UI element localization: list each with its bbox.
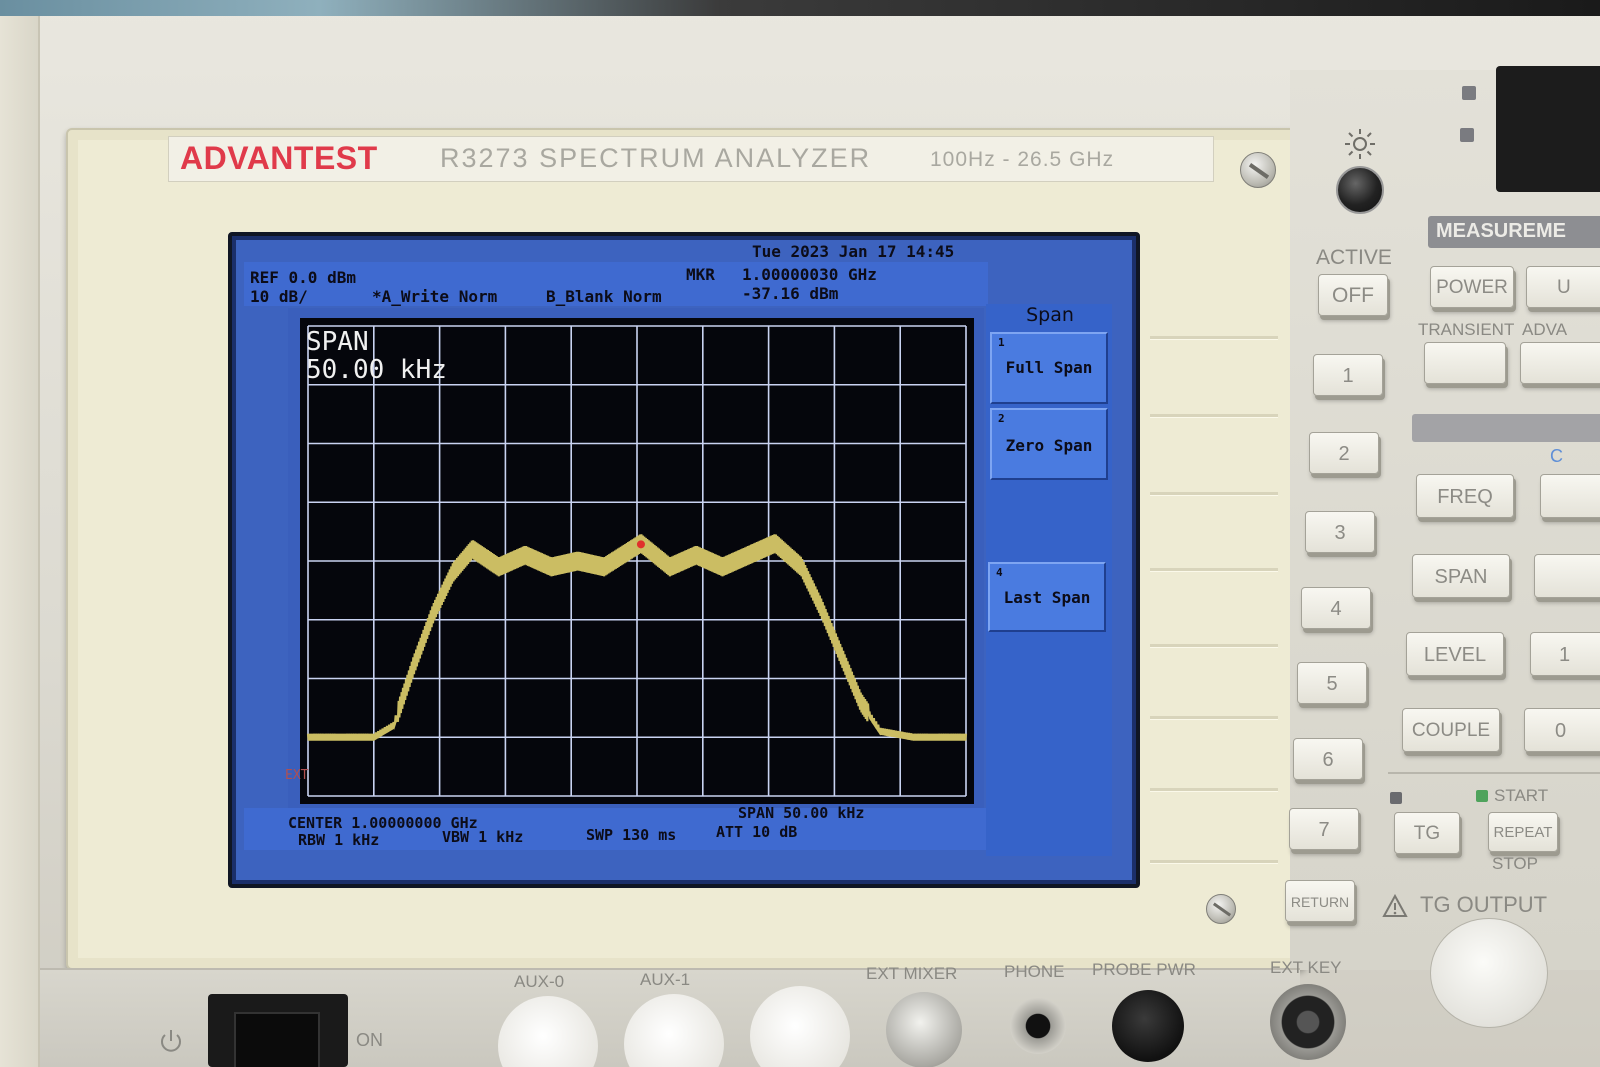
softkey-button-1[interactable]: 1 bbox=[1313, 354, 1383, 396]
softkey-button-3[interactable]: 3 bbox=[1305, 511, 1375, 553]
chassis-left-rim bbox=[0, 16, 40, 1067]
right-key-4[interactable]: 0 bbox=[1524, 708, 1600, 752]
tg-output-label: TG OUTPUT bbox=[1420, 892, 1548, 917]
ext-mixer-label: EXT MIXER bbox=[866, 964, 958, 983]
power-icon bbox=[161, 1030, 181, 1052]
start-label: START bbox=[1494, 786, 1549, 805]
power-button[interactable]: POWER bbox=[1430, 266, 1514, 308]
couple-button[interactable]: COUPLE bbox=[1402, 708, 1500, 752]
softkey-number: 2 bbox=[998, 412, 1005, 425]
ext-key-label: EXT KEY bbox=[1270, 958, 1342, 977]
spectrum-plot bbox=[300, 318, 974, 804]
start-indicator bbox=[1476, 790, 1488, 802]
right-key-2[interactable] bbox=[1534, 554, 1600, 598]
transient-label: TRANSIENT bbox=[1418, 320, 1515, 339]
softkey-button-7[interactable]: 7 bbox=[1289, 808, 1359, 850]
ext-key-connector[interactable] bbox=[1270, 984, 1346, 1060]
drive-slot bbox=[1496, 66, 1600, 192]
stop-label: STOP bbox=[1492, 854, 1538, 873]
transient-button[interactable] bbox=[1424, 342, 1506, 384]
rbw-value: RBW 1 kHz bbox=[298, 831, 380, 849]
warning-icon bbox=[1382, 894, 1408, 917]
softkey-button-5[interactable]: 5 bbox=[1297, 662, 1367, 704]
active-label: ACTIVE bbox=[1316, 246, 1392, 269]
phone-jack[interactable] bbox=[1010, 998, 1066, 1054]
indicator-square bbox=[1462, 86, 1476, 100]
probe-power-connector[interactable] bbox=[1112, 990, 1184, 1062]
trace-a-mode: *A_Write Norm bbox=[372, 287, 498, 306]
power-switch[interactable] bbox=[208, 994, 348, 1067]
vbw-value: VBW 1 kHz bbox=[442, 828, 524, 846]
bezel-rib bbox=[1150, 336, 1278, 340]
ext-mixer-connector[interactable] bbox=[886, 992, 962, 1067]
brand-logo: ADVANTEST bbox=[180, 140, 378, 176]
aux1-label: AUX-1 bbox=[640, 970, 691, 989]
freq-button[interactable]: FREQ bbox=[1416, 474, 1514, 518]
level-button[interactable]: LEVEL bbox=[1406, 632, 1504, 676]
trace-b-mode: B_Blank Norm bbox=[546, 287, 662, 306]
return-button[interactable]: RETURN bbox=[1285, 880, 1355, 922]
ext-indicator: EXT bbox=[285, 768, 309, 783]
ref-level: REF 0.0 dBm bbox=[250, 268, 356, 287]
softkey-button-4[interactable]: 4 bbox=[1301, 587, 1371, 629]
right-key-3[interactable]: 1 bbox=[1530, 632, 1600, 676]
span-button[interactable]: SPAN bbox=[1412, 554, 1510, 598]
span-annotation-line2: 50.00 kHz bbox=[306, 355, 447, 385]
bezel-screw-icon bbox=[1206, 894, 1236, 924]
brightness-icon bbox=[1345, 129, 1375, 159]
aux0-label: AUX-0 bbox=[514, 972, 565, 991]
marker-level: -37.16 dBm bbox=[742, 284, 839, 303]
panel-divider bbox=[1388, 772, 1600, 774]
bezel-rib bbox=[1150, 644, 1278, 648]
marker-point bbox=[636, 540, 645, 549]
bezel-rib bbox=[1150, 568, 1278, 572]
advanced-button[interactable] bbox=[1520, 342, 1600, 384]
attenuation: ATT 10 dB bbox=[716, 823, 798, 841]
sweep-time: SWP 130 ms bbox=[586, 826, 677, 844]
phone-label: PHONE bbox=[1004, 962, 1065, 981]
frequency-range: 100Hz - 26.5 GHz bbox=[930, 148, 1115, 171]
tg-indicator bbox=[1390, 792, 1402, 804]
indicator-square bbox=[1460, 128, 1474, 142]
probe-pwr-label: PROBE PWR bbox=[1092, 960, 1196, 979]
adva-label: ADVA bbox=[1522, 320, 1568, 339]
u-button[interactable]: U bbox=[1526, 266, 1600, 308]
span-value: SPAN 50.00 kHz bbox=[738, 804, 865, 822]
c-label: C bbox=[1550, 446, 1563, 466]
bezel-rib bbox=[1150, 414, 1278, 418]
tg-output-connector[interactable] bbox=[1430, 918, 1548, 1028]
softkey-full-span[interactable]: 1 Full Span bbox=[990, 332, 1108, 404]
marker-frequency: 1.00000030 GHz bbox=[742, 265, 877, 284]
repeat-button[interactable]: REPEAT bbox=[1488, 812, 1558, 852]
softkey-menu-title: Span bbox=[1026, 304, 1074, 326]
function-band bbox=[1412, 414, 1600, 442]
off-button[interactable]: OFF bbox=[1318, 274, 1388, 316]
bezel-rib bbox=[1150, 788, 1278, 792]
bezel-rib bbox=[1150, 860, 1278, 864]
softkey-last-span[interactable]: 4 Last Span bbox=[988, 562, 1106, 632]
softkey-label: Last Span bbox=[1003, 588, 1091, 607]
date-time: Tue 2023 Jan 17 14:45 bbox=[752, 242, 955, 261]
right-key-1[interactable] bbox=[1540, 474, 1600, 518]
power-on-label: ON bbox=[356, 1030, 383, 1050]
span-annotation: SPAN 50.00 kHz bbox=[306, 328, 447, 384]
softkey-button-6[interactable]: 6 bbox=[1293, 738, 1363, 780]
span-annotation-line1: SPAN bbox=[306, 327, 369, 357]
tg-button[interactable]: TG bbox=[1394, 812, 1460, 854]
softkey-label: Zero Span bbox=[1005, 436, 1093, 455]
bezel-screw-icon bbox=[1240, 152, 1276, 188]
scale-per-div: 10 dB/ bbox=[250, 287, 308, 306]
brightness-knob[interactable] bbox=[1336, 166, 1384, 214]
background-top bbox=[0, 0, 1600, 16]
softkey-button-2[interactable]: 2 bbox=[1309, 432, 1379, 474]
softkey-label: Full Span bbox=[1005, 358, 1093, 377]
softkey-number: 4 bbox=[996, 566, 1003, 579]
bezel-rib bbox=[1150, 492, 1278, 496]
model-name: R3273 SPECTRUM ANALYZER bbox=[440, 143, 872, 173]
softkey-number: 1 bbox=[998, 336, 1005, 349]
softkey-zero-span[interactable]: 2 Zero Span bbox=[990, 408, 1108, 480]
bezel-rib bbox=[1150, 716, 1278, 720]
measurement-label: MEASUREME bbox=[1436, 220, 1567, 242]
marker-label: MKR bbox=[686, 265, 715, 284]
